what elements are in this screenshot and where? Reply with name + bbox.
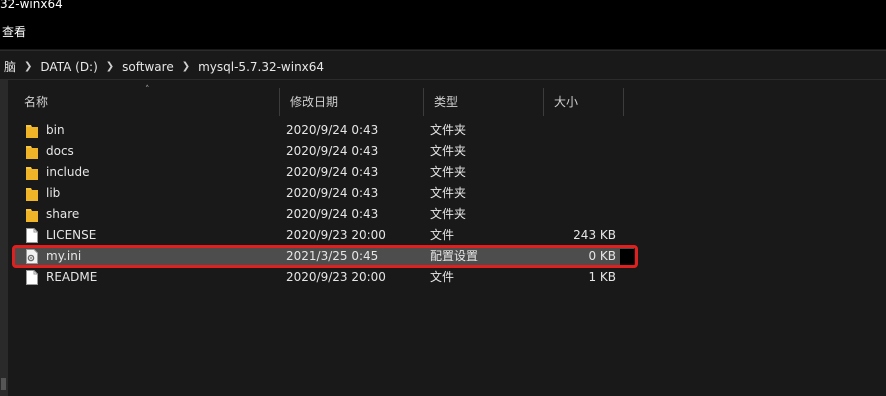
column-header-type[interactable]: 类型 — [424, 88, 544, 116]
file-name: README — [46, 270, 98, 284]
file-name: share — [46, 207, 80, 221]
breadcrumb-item-data-drive[interactable]: DATA (D:) — [36, 60, 101, 74]
file-type: 文件夹 — [430, 186, 467, 200]
folder-icon — [26, 209, 38, 222]
file-row-my-ini[interactable]: my.ini 2021/3/25 0:45 配置设置 0 KB — [14, 246, 634, 267]
file-date: 2020/9/24 0:43 — [286, 144, 379, 158]
navigation-pane-scrollbar[interactable] — [0, 80, 8, 396]
file-name: LICENSE — [46, 228, 97, 242]
file-name: bin — [46, 123, 65, 137]
breadcrumb-item-computer[interactable]: 脑 — [0, 58, 20, 75]
file-row-include[interactable]: include 2020/9/24 0:43 文件夹 — [14, 162, 634, 183]
file-icon — [26, 270, 38, 285]
file-list: bin 2020/9/24 0:43 文件夹 docs 2020/9/24 0:… — [14, 120, 634, 288]
file-row-bin[interactable]: bin 2020/9/24 0:43 文件夹 — [14, 120, 634, 141]
file-row-docs[interactable]: docs 2020/9/24 0:43 文件夹 — [14, 141, 634, 162]
title-bar: 32-winx64 — [0, 0, 886, 14]
settings-file-icon — [26, 249, 38, 264]
folder-icon — [26, 167, 38, 180]
file-date: 2020/9/24 0:43 — [286, 123, 379, 137]
chevron-right-icon[interactable]: ❯ — [178, 61, 194, 72]
menu-view[interactable]: 查看 — [2, 23, 26, 40]
file-type: 文件夹 — [430, 123, 467, 137]
file-type: 文件夹 — [430, 207, 467, 221]
address-bar[interactable]: 脑 ❯ DATA (D:) ❯ software ❯ mysql-5.7.32-… — [0, 50, 886, 80]
file-type: 文件 — [430, 270, 455, 284]
chevron-right-icon[interactable]: ❯ — [20, 61, 36, 72]
menu-bar: 查看 — [0, 14, 886, 49]
file-type: 配置设置 — [430, 249, 479, 263]
breadcrumb: 脑 ❯ DATA (D:) ❯ software ❯ mysql-5.7.32-… — [0, 58, 328, 75]
breadcrumb-item-mysql[interactable]: mysql-5.7.32-winx64 — [194, 60, 328, 74]
file-size: 243 KB — [573, 228, 616, 242]
window-title: 32-winx64 — [0, 0, 63, 11]
chevron-right-icon[interactable]: ❯ — [102, 61, 118, 72]
file-row-readme[interactable]: README 2020/9/23 20:00 文件 1 KB — [14, 267, 634, 288]
file-date: 2020/9/23 20:00 — [286, 228, 386, 242]
file-date: 2021/3/25 0:45 — [286, 249, 379, 263]
file-size: 0 KB — [588, 249, 616, 263]
file-date: 2020/9/24 0:43 — [286, 165, 379, 179]
selection-marker — [620, 249, 634, 266]
breadcrumb-item-software[interactable]: software — [118, 60, 178, 74]
file-size: 1 KB — [588, 270, 616, 284]
file-type: 文件夹 — [430, 165, 467, 179]
file-name: docs — [46, 144, 74, 158]
column-header-date[interactable]: 修改日期 — [280, 88, 424, 116]
file-type: 文件夹 — [430, 144, 467, 158]
file-date: 2020/9/24 0:43 — [286, 186, 379, 200]
file-type: 文件 — [430, 228, 455, 242]
column-header-name[interactable]: 名称 — [14, 88, 280, 116]
file-date: 2020/9/23 20:00 — [286, 270, 386, 284]
file-row-share[interactable]: share 2020/9/24 0:43 文件夹 — [14, 204, 634, 225]
folder-icon — [26, 125, 38, 138]
column-header-row: 名称 修改日期 类型 大小 — [14, 88, 634, 116]
file-name: lib — [46, 186, 61, 200]
file-name: include — [46, 165, 90, 179]
file-row-lib[interactable]: lib 2020/9/24 0:43 文件夹 — [14, 183, 634, 204]
file-row-license[interactable]: LICENSE 2020/9/23 20:00 文件 243 KB — [14, 225, 634, 246]
file-icon — [26, 228, 38, 243]
file-name: my.ini — [46, 249, 82, 263]
folder-icon — [26, 146, 38, 159]
file-date: 2020/9/24 0:43 — [286, 207, 379, 221]
column-header-size[interactable]: 大小 — [544, 88, 624, 116]
folder-icon — [26, 188, 38, 201]
